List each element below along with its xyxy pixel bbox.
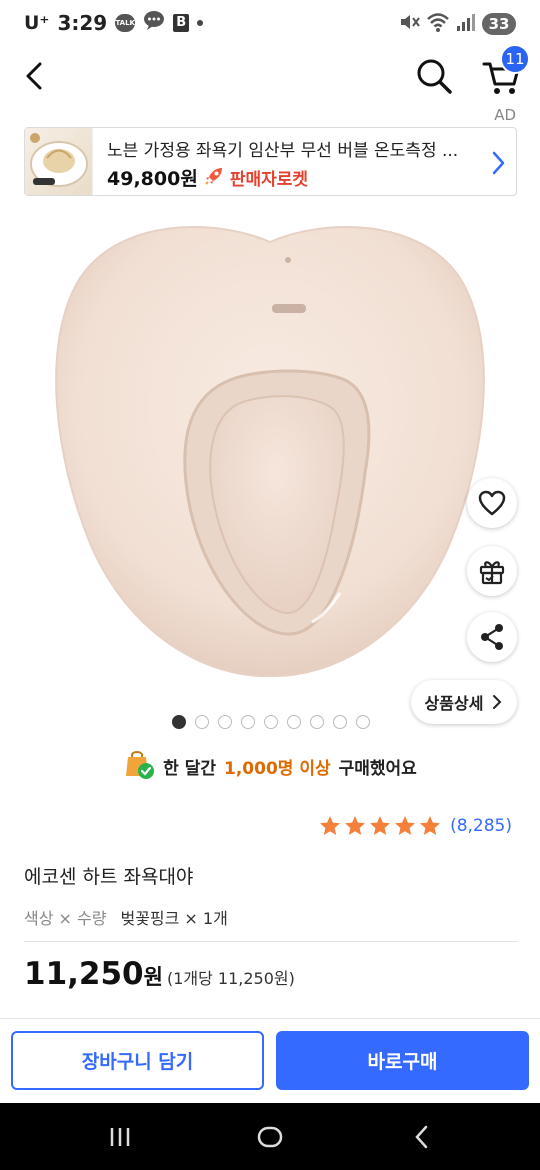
search-icon	[417, 59, 452, 94]
rocket-icon	[204, 166, 224, 190]
ad-price: 49,800원	[107, 168, 198, 190]
status-left: U⁺ 3:29 TALK B	[24, 10, 204, 35]
carousel-dots	[172, 715, 370, 729]
home-icon	[257, 1126, 283, 1148]
purchase-stat: 한 달간 1,000명 이상 구매했어요	[0, 748, 540, 785]
system-nav-bar	[0, 1103, 540, 1170]
signal-icon	[456, 12, 476, 36]
carousel-dot[interactable]	[218, 715, 232, 729]
buy-now-button[interactable]: 바로구매	[276, 1031, 529, 1090]
carousel-dot[interactable]	[356, 715, 370, 729]
ad-title: 노븐 가정용 좌욕기 임산부 무선 버블 온도측정 ...	[107, 141, 459, 161]
carousel-dot[interactable]	[241, 715, 255, 729]
rating-stars	[318, 814, 442, 838]
carousel-dot[interactable]	[264, 715, 278, 729]
star-icon	[345, 816, 366, 835]
more-notifications-dot	[197, 19, 204, 26]
product-detail-button[interactable]: 상품상세	[411, 680, 517, 724]
status-right: 33	[398, 11, 516, 37]
purchase-stat-count: 1,000명 이상	[224, 759, 331, 779]
chevron-right-icon	[493, 695, 502, 709]
wifi-icon	[426, 11, 450, 37]
heart-icon	[478, 490, 506, 516]
review-count[interactable]: (8,285)	[450, 816, 512, 836]
search-button[interactable]	[414, 56, 454, 96]
price-row: 11,250 원 (1개당 11,250원)	[24, 956, 295, 992]
product-image[interactable]	[0, 208, 540, 728]
gift-button[interactable]	[467, 546, 517, 596]
price-currency: 원	[143, 965, 163, 989]
home-button[interactable]	[250, 1117, 290, 1157]
option-value: 벚꽃핑크 × 1개	[120, 909, 228, 928]
carousel-dot[interactable]	[333, 715, 347, 729]
battery-indicator: 33	[482, 13, 516, 35]
system-back-button[interactable]	[402, 1117, 442, 1157]
recent-apps-button[interactable]	[100, 1117, 140, 1157]
kakaotalk-icon: TALK	[115, 13, 136, 32]
carousel-dot[interactable]	[195, 715, 209, 729]
shopping-bag-check-icon	[123, 748, 155, 785]
chat-bubble-icon	[143, 10, 165, 35]
unit-price: (1개당 11,250원)	[166, 969, 295, 988]
carousel-dot[interactable]	[310, 715, 324, 729]
seller-rocket-label: 판매자로켓	[229, 170, 309, 190]
recent-apps-icon	[110, 1128, 130, 1146]
back-button[interactable]	[18, 56, 54, 96]
mute-icon	[398, 11, 420, 37]
option-label: 색상 × 수량	[24, 909, 107, 928]
purchase-stat-prefix: 한 달간	[163, 759, 216, 779]
clock-time: 3:29	[57, 10, 108, 35]
rating[interactable]: (8,285)	[318, 814, 512, 838]
cart-count-badge: 11	[500, 44, 530, 74]
star-icon	[395, 816, 416, 835]
back-icon	[415, 1125, 428, 1149]
carrier-label: U⁺	[24, 11, 50, 34]
ad-product-thumbnail	[25, 128, 93, 195]
divider	[0, 1018, 540, 1019]
gift-icon	[479, 561, 505, 585]
b-app-icon: B	[173, 13, 190, 32]
product-name: 에코센 하트 좌욕대야	[24, 866, 194, 888]
option-row: 색상 × 수량 벚꽃핑크 × 1개	[24, 905, 228, 929]
carousel-dot[interactable]	[172, 715, 186, 729]
ad-label: AD	[494, 106, 516, 124]
status-bar: U⁺ 3:29 TALK B 33	[0, 0, 540, 48]
share-icon	[481, 624, 503, 650]
add-to-cart-button[interactable]: 장바구니 담기	[11, 1031, 264, 1090]
heart-basin-illustration	[55, 226, 485, 678]
star-icon	[320, 816, 341, 835]
chevron-left-icon	[26, 62, 42, 90]
star-icon	[370, 816, 391, 835]
chevron-right-icon	[488, 149, 508, 177]
divider	[24, 941, 517, 942]
share-button[interactable]	[467, 612, 517, 662]
price-amount: 11,250	[24, 956, 144, 992]
ad-banner[interactable]: 노븐 가정용 좌욕기 임산부 무선 버블 온도측정 ... 49,800원 판매…	[24, 127, 517, 196]
star-icon	[420, 816, 441, 835]
wishlist-button[interactable]	[467, 478, 517, 528]
ad-price-row: 49,800원 판매자로켓	[107, 164, 308, 191]
purchase-stat-suffix: 구매했어요	[338, 759, 417, 779]
product-detail-label: 상품상세	[424, 694, 484, 713]
app-header: 11	[0, 44, 540, 104]
carousel-dot[interactable]	[287, 715, 301, 729]
